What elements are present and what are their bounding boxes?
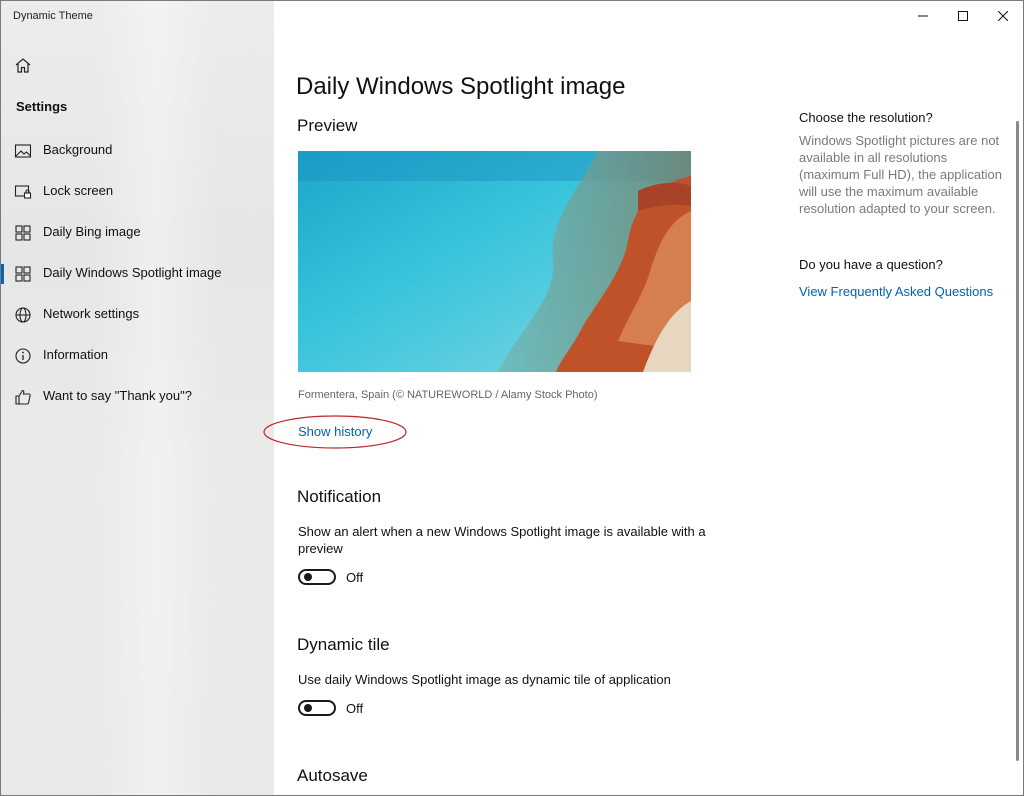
close-button[interactable] <box>983 1 1023 31</box>
sidebar-item-label: Information <box>43 347 109 362</box>
question-heading: Do you have a question? <box>799 257 943 272</box>
selected-indicator <box>1 264 4 284</box>
close-icon <box>998 11 1008 21</box>
sidebar-item-daily-bing-image[interactable]: Daily Bing image <box>1 213 274 254</box>
globe-icon <box>14 306 32 324</box>
resolution-text: Windows Spotlight pictures are not avail… <box>799 133 1003 216</box>
dynamic-tile-toggle-label: Off <box>346 701 364 716</box>
sidebar-item-label: Daily Windows Spotlight image <box>43 265 222 280</box>
maximize-icon <box>958 11 968 21</box>
settings-heading: Settings <box>16 99 68 114</box>
dynamic-tile-heading: Dynamic tile <box>297 635 390 654</box>
window-controls <box>903 1 1023 31</box>
minimize-icon <box>918 15 928 17</box>
image-icon <box>14 142 32 160</box>
notification-toggle[interactable] <box>298 569 336 585</box>
sidebar-item-background[interactable]: Background <box>1 131 274 172</box>
sidebar-item-lock-screen[interactable]: Lock screen <box>1 172 274 213</box>
sidebar-nav: Background Lock screen Daily Bing image <box>1 131 274 418</box>
daily-image-icon <box>14 265 32 283</box>
image-caption: Formentera, Spain (© NATUREWORLD / Alamy… <box>298 389 598 401</box>
home-button[interactable] <box>13 56 33 76</box>
app-window: Dynamic Theme Settings Background Lock s… <box>0 0 1024 796</box>
toggle-knob <box>304 704 312 712</box>
sidebar-item-information[interactable]: Information <box>1 336 274 377</box>
minimize-button[interactable] <box>903 1 943 31</box>
sidebar: Dynamic Theme Settings Background Lock s… <box>1 1 274 795</box>
app-title: Dynamic Theme <box>13 10 93 22</box>
notification-toggle-label: Off <box>346 570 364 585</box>
spotlight-preview-image <box>298 151 691 372</box>
sidebar-item-label: Daily Bing image <box>43 224 141 239</box>
autosave-heading: Autosave <box>297 766 368 785</box>
faq-link[interactable]: View Frequently Asked Questions <box>799 284 993 299</box>
thumbs-up-icon <box>14 388 32 406</box>
daily-image-icon <box>14 224 32 242</box>
lock-screen-icon <box>14 183 32 201</box>
preview-heading: Preview <box>297 116 358 135</box>
sidebar-item-label: Network settings <box>43 306 140 321</box>
scrollbar[interactable] <box>1016 121 1019 761</box>
toggle-knob <box>304 573 312 581</box>
dynamic-tile-description: Use daily Windows Spotlight image as dyn… <box>298 672 671 687</box>
maximize-button[interactable] <box>943 1 983 31</box>
page-title: Daily Windows Spotlight image <box>296 73 626 100</box>
sidebar-item-label: Want to say "Thank you"? <box>43 388 192 403</box>
info-icon <box>14 347 32 365</box>
sidebar-item-thank-you[interactable]: Want to say "Thank you"? <box>1 377 274 418</box>
sidebar-item-daily-windows-spotlight-image[interactable]: Daily Windows Spotlight image <box>1 254 274 295</box>
sidebar-item-network-settings[interactable]: Network settings <box>1 295 274 336</box>
home-icon <box>15 58 31 73</box>
notification-description: Show an alert when a new Windows Spotlig… <box>298 524 706 556</box>
sidebar-item-label: Background <box>43 142 113 157</box>
show-history-link[interactable]: Show history <box>298 424 372 439</box>
resolution-heading: Choose the resolution? <box>799 110 933 125</box>
dynamic-tile-toggle[interactable] <box>298 700 336 716</box>
sidebar-item-label: Lock screen <box>43 183 114 198</box>
notification-heading: Notification <box>297 487 382 506</box>
